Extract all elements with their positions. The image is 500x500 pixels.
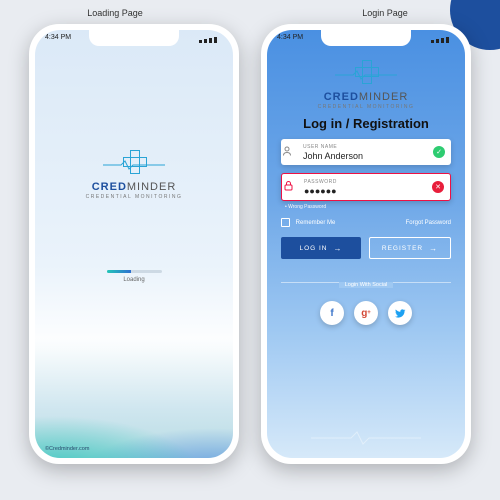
arrow-right-icon: → [429,244,438,253]
password-error-text: • Wrong Password [285,204,465,210]
heartbeat-decorative-icon [311,430,421,446]
valid-check-icon: ✓ [433,146,445,158]
column-labels: Loading Page Login Page [0,0,500,24]
phone-login: 4:34 PM CREDMINDER CREDENTIAL MONITORING… [261,24,471,464]
password-value: ●●●●●● [304,186,442,196]
brand-tagline: CREDENTIAL MONITORING [35,194,233,200]
device-notch [89,30,179,46]
password-label: PASSWORD [304,179,442,185]
social-divider: Login With Social [281,273,451,291]
loading-label: Loading [107,277,162,283]
username-label: USER NAME [303,144,443,150]
brand-wordmark: CREDMINDER [267,91,465,103]
heartbeat-icon [335,70,397,80]
social-google-button[interactable]: g+ [354,301,378,325]
copyright-text: ©Credminder.com [45,446,89,452]
arrow-right-icon: → [334,244,343,253]
username-value: John Anderson [303,151,443,161]
progress-fill [107,270,132,273]
progress-bar [107,270,162,273]
brand-tagline: CREDENTIAL MONITORING [267,104,465,110]
loading-progress: Loading [107,270,162,283]
status-time: 4:34 PM [45,34,71,41]
app-logo: CREDMINDER CREDENTIAL MONITORING [35,150,233,200]
device-notch [321,30,411,46]
status-time: 4:34 PM [277,34,303,41]
social-facebook-button[interactable]: f [320,301,344,325]
app-logo: CREDMINDER CREDENTIAL MONITORING [267,60,465,110]
username-field[interactable]: USER NAME John Anderson ✓ [281,139,451,165]
remember-me-checkbox[interactable]: Remember Me [281,218,335,227]
signal-icon [199,37,223,43]
user-icon [280,146,294,158]
signal-icon [431,37,455,43]
decorative-wave [35,338,233,458]
social-divider-label: Login With Social [339,282,394,288]
forgot-password-link[interactable]: Forgot Password [406,220,451,226]
brand-wordmark: CREDMINDER [35,181,233,193]
heartbeat-icon [103,160,165,170]
twitter-icon [395,308,406,319]
login-button[interactable]: LOG IN→ [281,237,361,259]
social-twitter-button[interactable] [388,301,412,325]
password-field[interactable]: PASSWORD ●●●●●● ✕ [281,173,451,201]
lock-icon [281,181,295,193]
page-title: Log in / Registration [267,116,465,131]
remember-me-label: Remember Me [296,220,336,226]
label-loading-page: Loading Page [0,8,230,18]
phone-loading: 4:34 PM CREDMINDER CREDENTIAL MONITORING [29,24,239,464]
invalid-close-icon: ✕ [432,181,444,193]
checkbox-icon [281,218,290,227]
register-button[interactable]: REGISTER→ [369,237,451,259]
